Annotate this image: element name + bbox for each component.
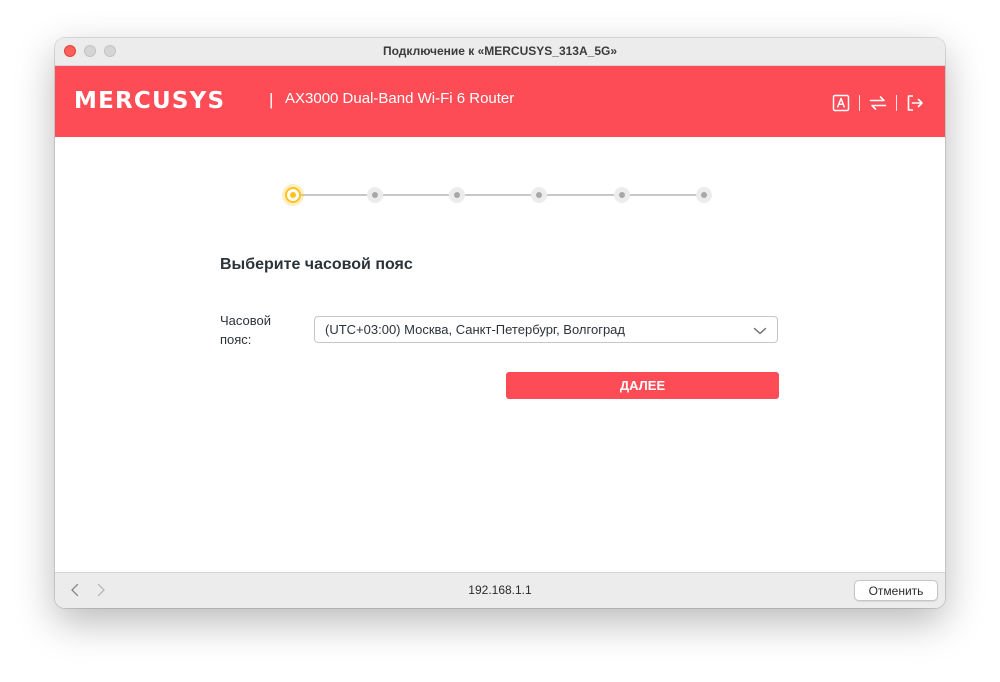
timezone-select[interactable]: (UTC+03:00) Москва, Санкт-Петербург, Вол… xyxy=(314,316,778,343)
header-toolbar xyxy=(831,92,925,114)
setup-content: Выберите часовой пояс Часовой пояс: (UTC… xyxy=(55,137,945,573)
connection-icon[interactable] xyxy=(868,93,888,113)
brand-logo: MERCUSYS xyxy=(74,88,226,114)
address-url: 192.168.1.1 xyxy=(468,583,532,597)
brand-separator: | xyxy=(269,90,274,109)
step-3 xyxy=(449,187,465,203)
dialog-bottom-bar: 192.168.1.1 Отменить xyxy=(55,572,945,608)
stepper-track xyxy=(293,194,705,196)
chevron-down-icon xyxy=(753,324,767,336)
next-button[interactable]: ДАЛЕЕ xyxy=(506,372,779,399)
setup-stepper xyxy=(284,185,714,205)
router-model: AX3000 Dual-Band Wi-Fi 6 Router xyxy=(285,90,515,107)
step-5 xyxy=(614,187,630,203)
logout-icon[interactable] xyxy=(905,93,925,113)
window-title: Подключение к «MERCUSYS_313A_5G» xyxy=(383,44,617,58)
header-divider xyxy=(896,95,897,111)
cancel-button[interactable]: Отменить xyxy=(854,580,938,601)
step-1-active xyxy=(285,187,301,203)
timezone-selected-value: (UTC+03:00) Москва, Санкт-Петербург, Вол… xyxy=(325,322,625,337)
step-4 xyxy=(531,187,547,203)
timezone-label: Часовой пояс: xyxy=(220,313,272,347)
header-divider xyxy=(859,95,860,111)
step-6 xyxy=(696,187,712,203)
page-title: Выберите часовой пояс xyxy=(220,256,413,273)
language-icon[interactable] xyxy=(831,93,851,113)
router-header: MERCUSYS | AX3000 Dual-Band Wi-Fi 6 Rout… xyxy=(55,66,945,137)
step-2 xyxy=(367,187,383,203)
title-bar: Подключение к «MERCUSYS_313A_5G» xyxy=(55,38,945,66)
browser-window: Подключение к «MERCUSYS_313A_5G» MERCUSY… xyxy=(55,38,945,608)
